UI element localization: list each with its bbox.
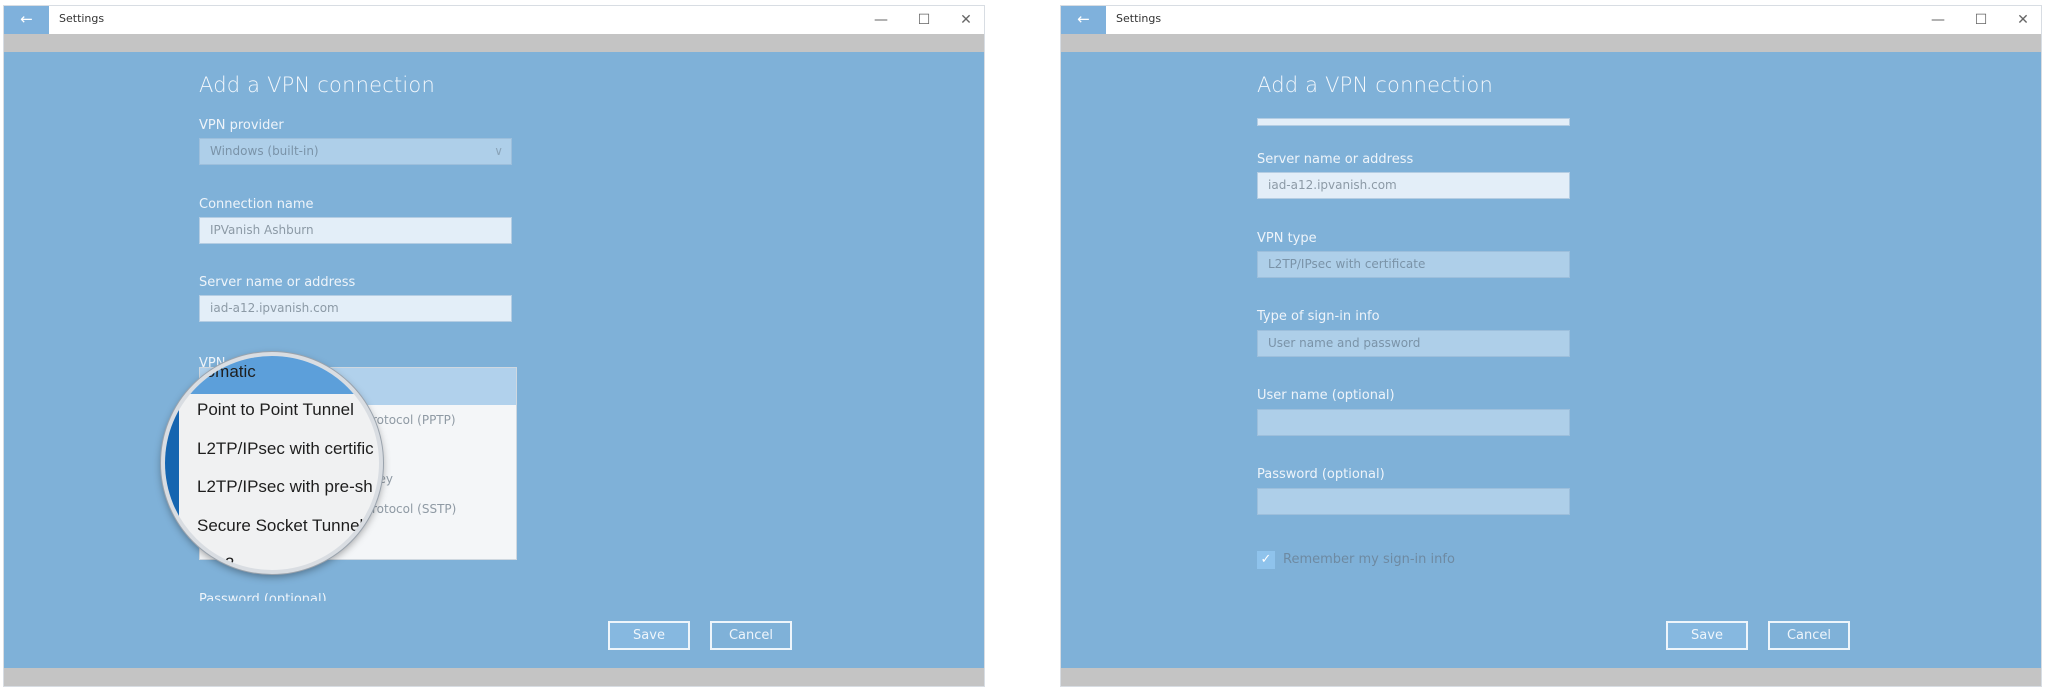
remember-checkbox[interactable]: ✓ [1257,551,1275,569]
back-button[interactable]: ← [4,6,49,34]
scrolled-field-edge [1257,118,1570,126]
server-value: iad-a12.ipvanish.com [1268,178,1397,192]
signin-type-label: Type of sign-in info [1257,309,1380,324]
magnified-option-l2tp-cert: L2TP/IPsec with certific [197,439,374,458]
server-label: Server name or address [199,275,356,290]
connection-name-input[interactable]: IPVanish Ashburn [199,217,512,244]
signin-type-value: User name and password [1268,336,1421,350]
vpn-type-label: VPN type [1257,231,1317,246]
magnified-option-ikev2: Ev2 [205,554,235,573]
dropdown-option-sstp[interactable]: rotocol (SSTP) [372,502,456,516]
close-icon: ✕ [2017,12,2029,28]
magnified-option-automatic: tomatic [201,362,256,381]
server-value: iad-a12.ipvanish.com [210,301,339,315]
magnified-option-l2tp-psk: L2TP/IPsec with pre-sh [197,477,373,496]
minimize-icon: — [1931,12,1945,28]
chevron-down-icon: ∨ [494,144,503,158]
back-arrow-icon: ← [20,10,33,28]
remember-label: Remember my sign-in info [1283,552,1455,567]
vpn-provider-value: Windows (built-in) [210,144,319,158]
connection-name-value: IPVanish Ashburn [210,223,314,237]
save-button[interactable]: Save [608,621,690,650]
window-title: Settings [59,12,105,25]
title-bar: ← Settings — ☐ ✕ [4,6,984,34]
magnified-option-sstp: Secure Socket Tunnel [197,516,364,535]
minimize-button[interactable]: — [866,9,896,31]
save-button[interactable]: Save [1666,621,1748,650]
magnified-option-pptp: Point to Point Tunnel [197,400,354,419]
connection-name-label: Connection name [199,197,314,212]
close-button[interactable]: ✕ [2008,9,2038,31]
page-title: Add a VPN connection [1257,73,1493,97]
close-icon: ✕ [960,12,972,28]
cancel-button[interactable]: Cancel [710,621,792,650]
maximize-button[interactable]: ☐ [1966,9,1996,31]
vpn-type-value: L2TP/IPsec with certificate [1268,257,1426,271]
header-strip [1061,34,2041,52]
server-input[interactable]: iad-a12.ipvanish.com [199,295,512,322]
magnified-selected-row [165,356,379,394]
footer-strip [1061,668,2041,686]
minimize-button[interactable]: — [1923,9,1953,31]
page-title: Add a VPN connection [199,73,435,97]
maximize-icon: ☐ [917,12,931,28]
title-bar: ← Settings — ☐ ✕ [1061,6,2041,34]
content-area: Add a VPN connection Server name or addr… [1061,52,2041,668]
maximize-icon: ☐ [1974,12,1988,28]
username-label: User name (optional) [1257,388,1395,403]
cancel-button[interactable]: Cancel [1768,621,1850,650]
password-label: Password (optional) [1257,467,1385,482]
vpn-provider-select[interactable]: Windows (built-in) ∨ [199,138,512,165]
server-input[interactable]: iad-a12.ipvanish.com [1257,172,1570,199]
vpn-provider-label: VPN provider [199,118,284,133]
server-label: Server name or address [1257,152,1414,167]
back-button[interactable]: ← [1061,6,1106,34]
username-input[interactable] [1257,409,1570,436]
close-button[interactable]: ✕ [951,9,981,31]
back-arrow-icon: ← [1077,10,1090,28]
vpn-type-select[interactable]: L2TP/IPsec with certificate [1257,251,1570,278]
maximize-button[interactable]: ☐ [909,9,939,31]
password-input[interactable] [1257,488,1570,515]
magnified-blue-edge [165,394,179,549]
magnifier-lens: tomatic Point to Point Tunnel L2TP/IPsec… [161,352,383,574]
signin-type-select[interactable]: User name and password [1257,330,1570,357]
content-area: Add a VPN connection VPN provider Window… [4,52,984,668]
header-strip [4,34,984,52]
checkmark-icon: ✓ [1260,552,1272,567]
footer-strip [4,668,984,686]
password-label: Password (optional) [199,592,327,601]
minimize-icon: — [874,12,888,28]
settings-window-left: ← Settings — ☐ ✕ Add a VPN connection VP… [3,5,985,687]
dropdown-option-pptp[interactable]: rotocol (PPTP) [372,413,456,427]
window-title: Settings [1116,12,1162,25]
settings-window-right: ← Settings — ☐ ✕ Add a VPN connection Se… [1060,5,2042,687]
